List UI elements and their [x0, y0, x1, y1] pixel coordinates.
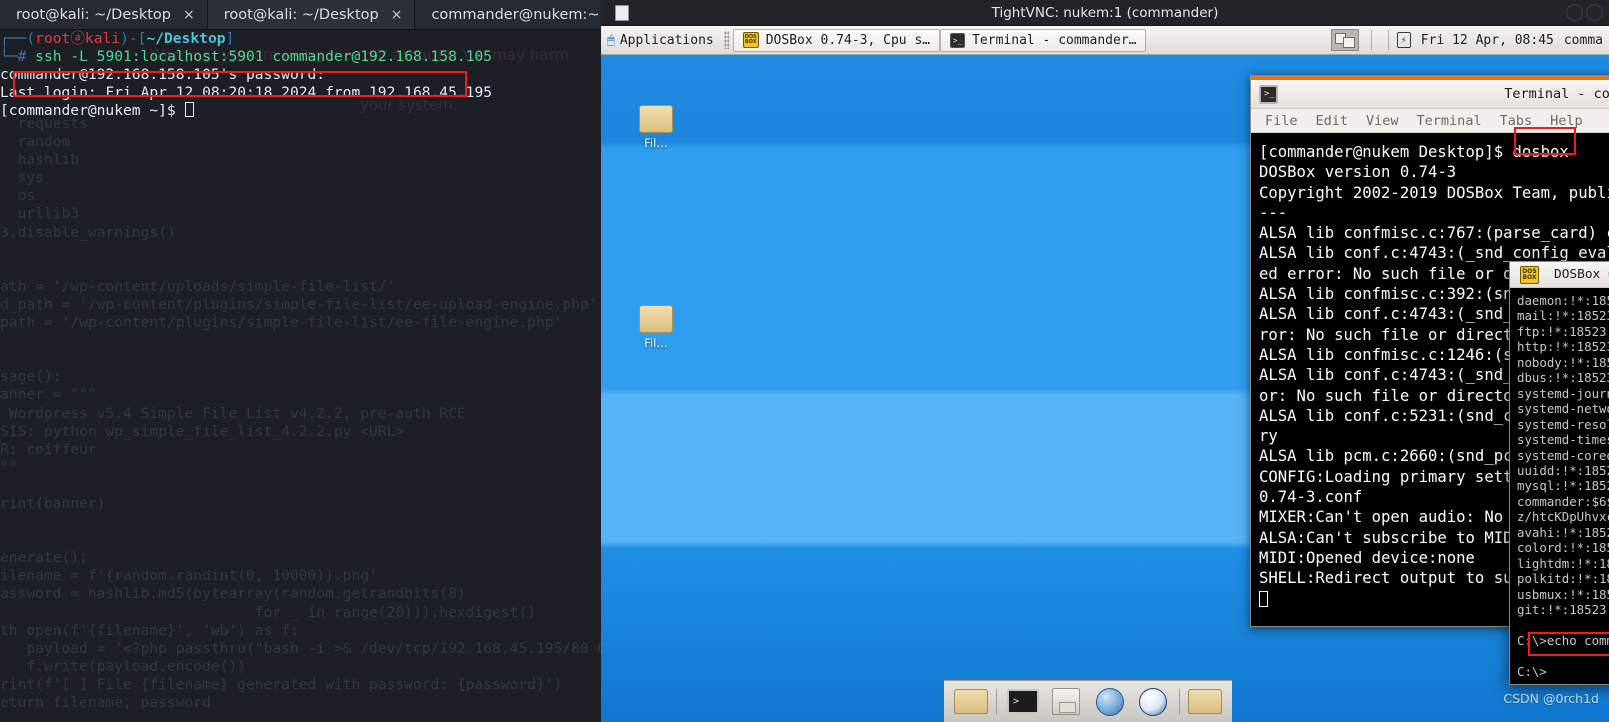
dock-item-folder[interactable] — [950, 685, 991, 719]
vnc-title-text: TightVNC: nukem:1 (commander) — [991, 4, 1219, 21]
kali-terminal-output[interactable]: ┌──(rootⓐkali)-[~/Desktop] └─# ssh -L 59… — [0, 30, 601, 722]
tab-commander-nukem[interactable]: commander@nukem:~ × — [415, 0, 601, 29]
terminal-icon: > — [1006, 689, 1039, 714]
kali-output-line-3: [commander@nukem ~]$ — [0, 102, 185, 120]
kali-output-line-1: commander@192.168.158.105's password: — [0, 66, 326, 84]
dosbox-output-text: daemon:!*:18523:::::: mail:!*:18523:::::… — [1512, 290, 1609, 679]
tab-root-kali-desktop-2[interactable]: root@kali: ~/Desktop × — [207, 0, 416, 29]
close-icon[interactable]: × — [183, 7, 195, 23]
vnc-title-bar[interactable]: TightVNC: nukem:1 (commander) — [601, 0, 1609, 26]
xfce-panel: 🖱 Applications DOS BOX DOSBox 0.74-3, Cpu… — [601, 26, 1609, 55]
dosbox-output-area[interactable]: daemon:!*:18523:::::: mail:!*:18523:::::… — [1512, 290, 1609, 682]
applications-menu-button[interactable]: 🖱 Applications — [601, 33, 720, 48]
desktop-icon-label: Fil… — [644, 336, 668, 350]
dosbox-icon: DOS BOX — [742, 32, 759, 48]
terminal-menu-bar[interactable]: File Edit View Terminal Tabs Help — [1251, 109, 1609, 133]
panel-grip-handle[interactable] — [723, 31, 729, 49]
minimize-icon[interactable] — [1566, 4, 1583, 21]
tightvnc-viewer: TightVNC: nukem:1 (commander) 🖱 Applicat… — [601, 0, 1609, 722]
battery-icon[interactable]: ⚡ — [1396, 32, 1411, 48]
menu-item-edit[interactable]: Edit — [1316, 113, 1349, 129]
desktop-icon-label: Fil… — [644, 136, 668, 150]
dock-item-folder-2[interactable] — [1185, 685, 1226, 719]
kali-output-line-2: Last login: Fri Apr 12 08:20:18 2024 fro… — [0, 84, 493, 102]
prompt-path: ~/Desktop — [146, 30, 226, 47]
archive-icon — [1052, 688, 1081, 715]
username-label: comma — [1563, 32, 1603, 48]
taskbar-label: DOSBox 0.74-3, Cpu s… — [765, 32, 931, 48]
prompt-hash: # — [17, 48, 27, 66]
text-cursor — [184, 102, 194, 118]
menu-item-file[interactable]: File — [1265, 113, 1298, 129]
prompt-host: kali — [84, 30, 121, 47]
menu-item-tabs[interactable]: Tabs — [1500, 113, 1533, 129]
taskbar-label: Terminal - commander… — [972, 32, 1137, 48]
taskbar-button-dosbox[interactable]: DOS BOX DOSBox 0.74-3, Cpu s… — [732, 28, 941, 52]
terminal-title-bar[interactable]: >_ Terminal - commander@nukem:~/Desktop … — [1251, 80, 1609, 109]
folder-icon — [639, 305, 673, 333]
pager-window-b — [1342, 37, 1355, 48]
panel-separator-2 — [1387, 30, 1389, 50]
menu-item-view[interactable]: View — [1366, 113, 1399, 129]
dosbox-sudoers-command: C:\>echo commander ALL=(ALL) ALL >> sudo… — [1517, 632, 1609, 648]
dosbox-window[interactable]: DOSBOX DOSBox 0.74-3, Cpu speed: 3000 cy… — [1509, 261, 1609, 685]
vnc-window-controls[interactable] — [1566, 4, 1603, 21]
dock-item-browser[interactable] — [1089, 685, 1130, 719]
terminal-title-text: Terminal - commander@nukem:~/Desktop — [1504, 86, 1609, 102]
dock-item-terminal[interactable]: > — [1002, 685, 1043, 719]
dosbox-icon: DOS BOX — [1520, 266, 1539, 284]
dock-item-archive[interactable] — [1046, 685, 1087, 719]
terminal-icon: >_ — [950, 32, 966, 48]
workspace-pager[interactable] — [1330, 29, 1359, 51]
dosbox-title-bar[interactable]: DOSBOX DOSBox 0.74-3, Cpu speed: 3000 cy… — [1510, 262, 1609, 288]
applications-label: Applications — [619, 32, 714, 48]
globe-icon-2 — [1139, 687, 1168, 716]
prompt-at-icon: ⓐ — [70, 30, 85, 47]
globe-icon — [1095, 687, 1124, 716]
desktop-dock[interactable]: > — [944, 680, 1232, 722]
dosbox-title-text: DOSBox 0.74-3, Cpu speed: 3000 cycles, F… — [1554, 267, 1609, 282]
kali-tab-bar: root@kali: ~/Desktop × root@kali: ~/Desk… — [0, 0, 601, 30]
panel-status-area: ⚡ Fri 12 Apr, 08:45 comma — [1396, 32, 1609, 48]
folder-icon-2 — [1188, 689, 1223, 714]
panel-separator — [1370, 30, 1372, 50]
clock[interactable]: Fri 12 Apr, 08:45 — [1421, 33, 1554, 48]
desktop-icon-filesystem-2[interactable]: Fil… — [623, 305, 689, 350]
mouse-icon: 🖱 — [607, 32, 615, 48]
screen-root: root@kali: ~/Desktop × root@kali: ~/Desk… — [0, 0, 1609, 722]
folder-icon — [639, 105, 673, 133]
close-icon[interactable]: × — [391, 7, 403, 23]
dock-separator-2 — [1178, 688, 1180, 715]
watermark: CSDN @0rch1d — [1503, 691, 1599, 706]
folder-icon — [953, 689, 988, 714]
tab-label: commander@nukem:~ — [431, 6, 600, 23]
taskbar-button-terminal[interactable]: >_ Terminal - commander… — [940, 28, 1147, 52]
dock-item-browser-2[interactable] — [1132, 685, 1173, 719]
prompt-user: root — [35, 30, 71, 47]
dosbox-passwd-dump: daemon:!*:18523:::::: mail:!*:18523:::::… — [1517, 293, 1609, 618]
tab-root-kali-desktop-1[interactable]: root@kali: ~/Desktop × — [0, 0, 208, 29]
menu-item-help[interactable]: Help — [1550, 113, 1583, 129]
desktop-icon-filesystem-1[interactable]: Fil… — [623, 105, 689, 150]
maximize-icon[interactable] — [1586, 4, 1603, 21]
kali-prompt-line: ┌──(rootⓐkali)-[~/Desktop] └─# ssh -L 59… — [0, 30, 493, 120]
tab-label: root@kali: ~/Desktop — [16, 6, 171, 23]
dock-separator — [996, 688, 998, 715]
text-cursor — [1259, 590, 1268, 607]
dosbox-final-prompt: C:\> — [1517, 663, 1547, 679]
tab-label: root@kali: ~/Desktop — [223, 6, 379, 23]
kali-terminal-window: root@kali: ~/Desktop × root@kali: ~/Desk… — [0, 0, 601, 722]
kali-command: ssh -L 5901:localhost:5901 commander@192… — [35, 48, 493, 66]
menu-item-terminal[interactable]: Terminal — [1417, 113, 1482, 129]
